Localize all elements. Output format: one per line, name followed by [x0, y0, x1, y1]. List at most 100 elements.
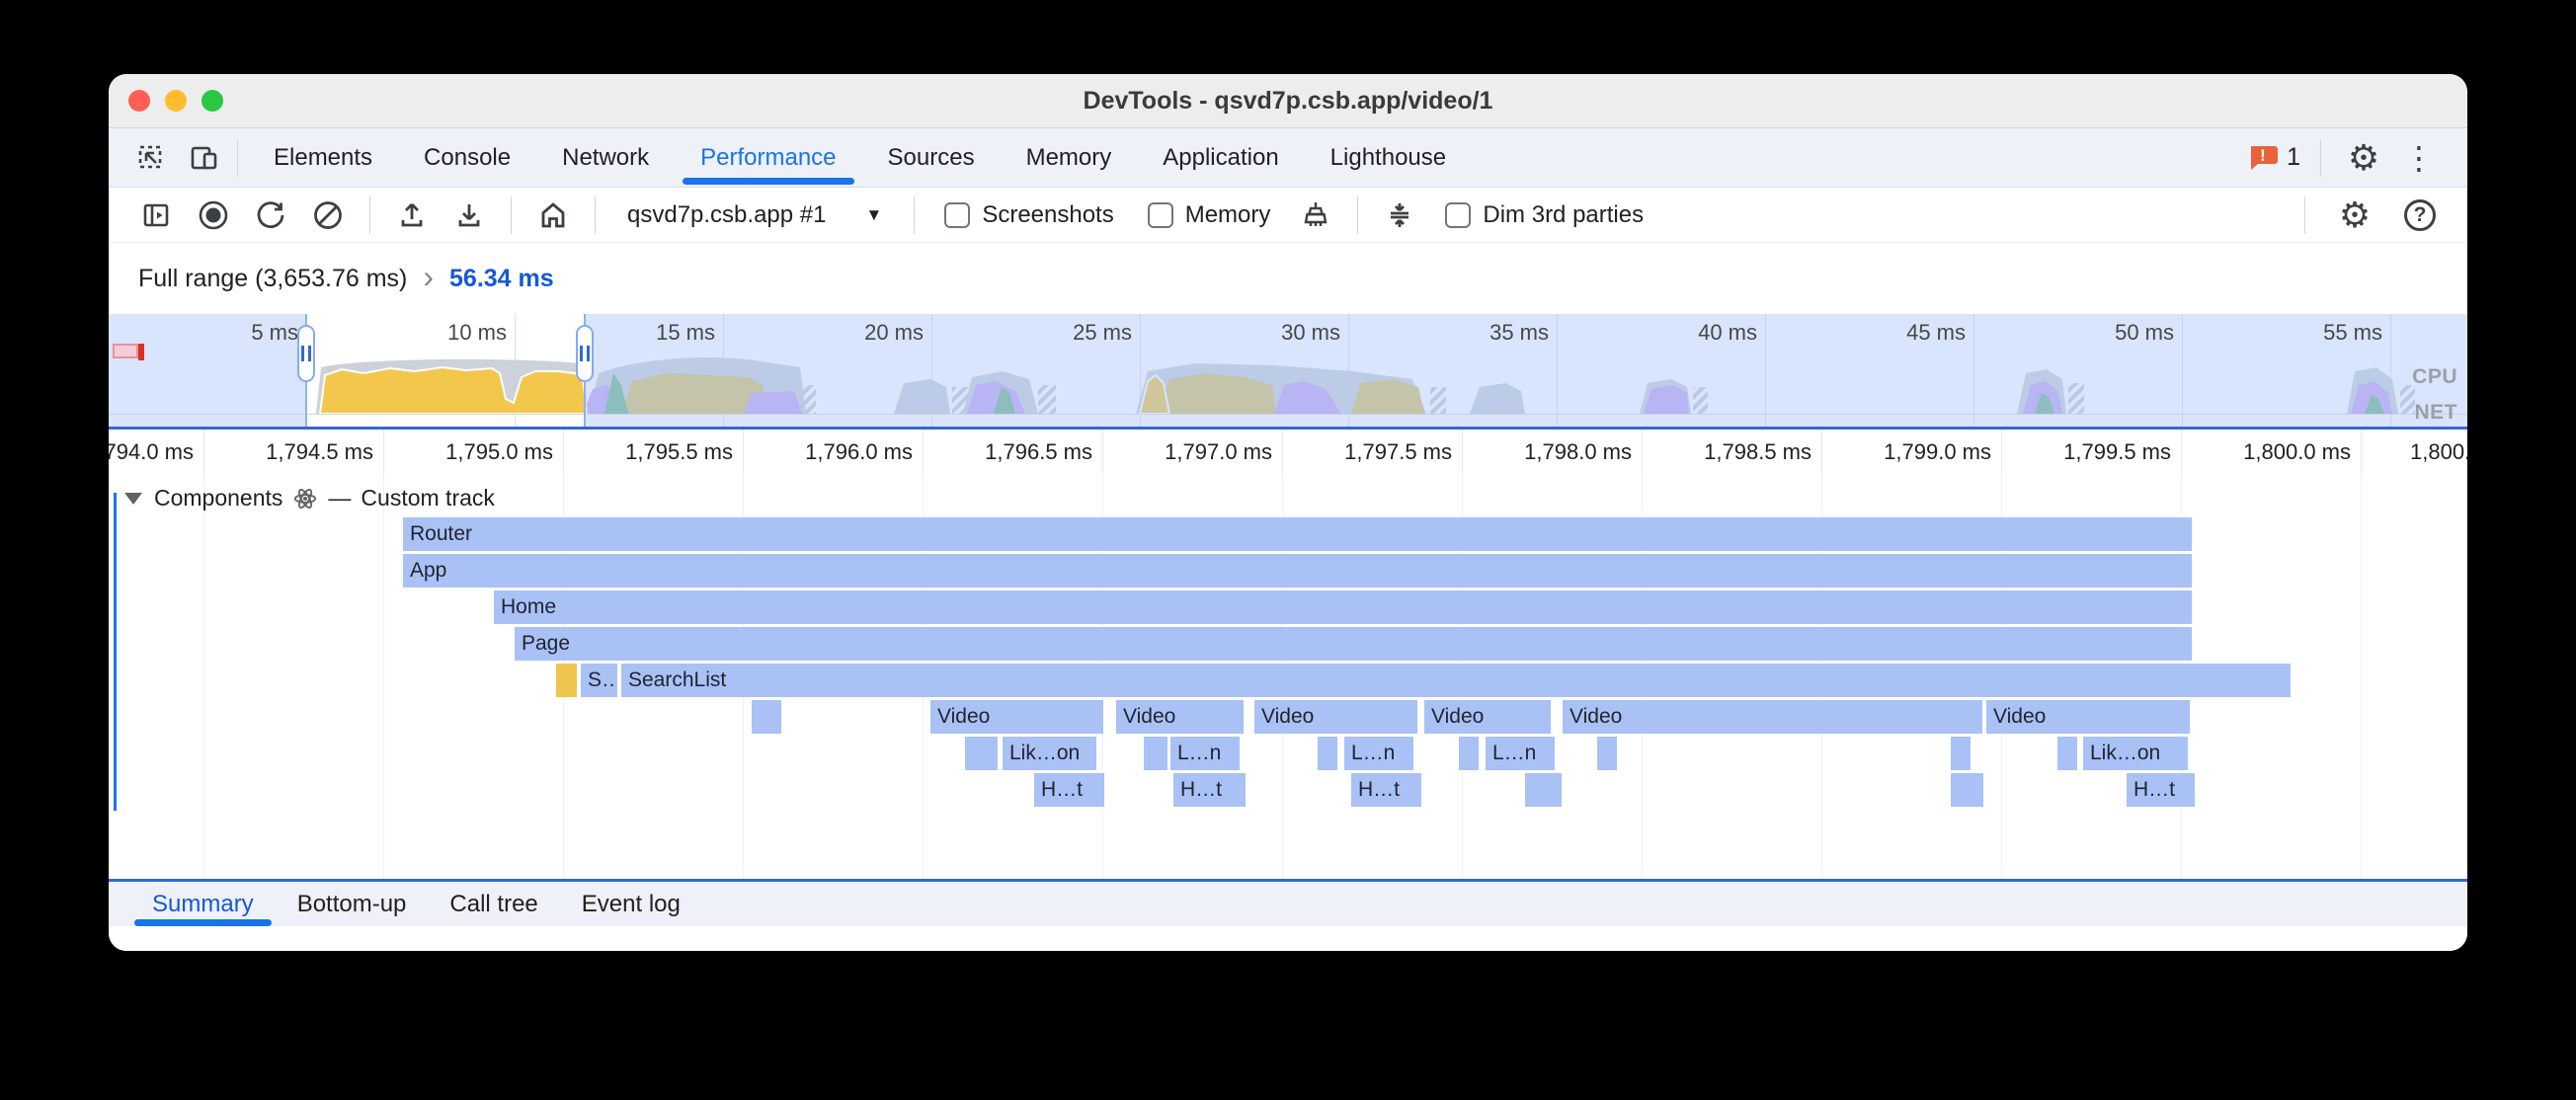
- flame-bar[interactable]: [1459, 737, 1479, 770]
- flame-bar-st[interactable]: S…t: [581, 664, 617, 697]
- react-atom-icon: [292, 486, 318, 511]
- help-icon[interactable]: ?: [2394, 193, 2446, 238]
- gc-icon[interactable]: [1290, 193, 1341, 238]
- flame-bar-ln[interactable]: L…n: [1344, 737, 1413, 770]
- dim-3rd-parties-checkbox[interactable]: Dim 3rd parties: [1431, 201, 1657, 229]
- flame-bar-searchlist[interactable]: SearchList: [621, 664, 2291, 697]
- breadcrumb-selection[interactable]: 56.34 ms: [449, 265, 554, 293]
- ruler-tick-line: [2361, 430, 2362, 473]
- flame-bar[interactable]: [2057, 737, 2077, 770]
- flame-bar-video[interactable]: Video: [1563, 700, 1982, 734]
- flame-bar-app[interactable]: App: [403, 554, 2192, 588]
- flame-bar[interactable]: [1951, 737, 1971, 770]
- zoom-window-button[interactable]: [201, 90, 223, 112]
- issues-counter[interactable]: ! 1: [2247, 143, 2300, 173]
- flame-bar[interactable]: [752, 700, 781, 734]
- panel-toggle-icon[interactable]: [130, 193, 182, 238]
- close-window-button[interactable]: [128, 90, 150, 112]
- ruler-tick-line: [203, 430, 204, 473]
- tab-sources[interactable]: Sources: [862, 128, 1001, 187]
- details-tab-bottom-up[interactable]: Bottom-up: [276, 882, 429, 926]
- flame-bar[interactable]: [1318, 737, 1337, 770]
- target-selector[interactable]: qsvd7p.csb.app #1 ▼: [611, 201, 898, 229]
- tab-performance[interactable]: Performance: [675, 128, 861, 187]
- ruler-tick-label: 1,795.5 ms: [625, 439, 733, 465]
- flame-row: Router: [109, 517, 2467, 551]
- inspect-icon[interactable]: [128, 135, 174, 181]
- flame-bar-ht[interactable]: H…t: [1351, 773, 1421, 807]
- flame-bar-page[interactable]: Page: [515, 627, 2192, 661]
- ruler-tick-label: 1,797.5 ms: [1344, 439, 1452, 465]
- timeline-overview[interactable]: CPU NET 5 ms10 ms15 ms20 ms25 ms30 ms35 …: [109, 314, 2467, 427]
- kebab-menu-icon[interactable]: ⋮: [2396, 135, 2442, 181]
- ruler-tick-label: 1,800.0 ms: [2243, 439, 2351, 465]
- ruler-tick-line: [1102, 430, 1103, 473]
- flame-bar-home[interactable]: Home: [494, 590, 2192, 624]
- gear-icon[interactable]: ⚙: [2341, 135, 2386, 181]
- flame-bar[interactable]: [556, 664, 577, 697]
- flame-bar-ht[interactable]: H…t: [2127, 773, 2195, 807]
- selection-handle-right[interactable]: [576, 325, 594, 382]
- details-tab-summary[interactable]: Summary: [130, 882, 276, 926]
- flame-bar[interactable]: [1144, 737, 1167, 770]
- flame-bar-router[interactable]: Router: [403, 517, 2192, 551]
- tab-network[interactable]: Network: [536, 128, 675, 187]
- download-icon[interactable]: [443, 193, 495, 238]
- flame-chart[interactable]: Components — Custom track RouterAppHomeP…: [109, 473, 2467, 879]
- flame-bar-ln[interactable]: L…n: [1486, 737, 1555, 770]
- ruler-tick-line: [1821, 430, 1822, 473]
- flame-bar-ht[interactable]: H…t: [1034, 773, 1104, 807]
- details-tab-call-tree[interactable]: Call tree: [428, 882, 559, 926]
- breadcrumb-full-range[interactable]: Full range (3,653.76 ms): [138, 265, 407, 293]
- flame-row: Home: [109, 590, 2467, 624]
- ruler-tick-label: 1,798.5 ms: [1704, 439, 1811, 465]
- screenshots-checkbox[interactable]: Screenshots: [930, 201, 1127, 229]
- tab-console[interactable]: Console: [398, 128, 536, 187]
- fit-window-icon[interactable]: [1374, 193, 1425, 238]
- flame-bar-ht[interactable]: H…t: [1173, 773, 1246, 807]
- divider: [511, 196, 512, 234]
- flame-bar-video[interactable]: Video: [930, 700, 1103, 734]
- tab-lighthouse[interactable]: Lighthouse: [1305, 128, 1472, 187]
- flame-bar[interactable]: [965, 737, 998, 770]
- flame-bar-ln[interactable]: L…n: [1170, 737, 1240, 770]
- flame-row: Page: [109, 627, 2467, 661]
- flame-bar-video[interactable]: Video: [1424, 700, 1551, 734]
- net-lane-label: NET: [2415, 401, 2458, 425]
- details-tabbar: SummaryBottom-upCall treeEvent log: [109, 882, 2467, 926]
- flame-row: H…t H…t H…t H…t: [109, 773, 2467, 807]
- tab-application[interactable]: Application: [1137, 128, 1304, 187]
- tab-elements[interactable]: Elements: [248, 128, 398, 187]
- clear-icon[interactable]: [302, 193, 354, 238]
- selection-handle-left[interactable]: [297, 325, 315, 382]
- divider: [914, 196, 915, 234]
- checkbox-box: [1445, 202, 1471, 228]
- home-icon[interactable]: [527, 193, 579, 238]
- ruler-tick-label: 1,794.5 ms: [266, 439, 373, 465]
- flame-bar[interactable]: [1951, 773, 1983, 807]
- cpu-lane-label: CPU: [2412, 365, 2457, 389]
- capture-settings-gear-icon[interactable]: ⚙: [2329, 193, 2380, 238]
- reload-record-icon[interactable]: [245, 193, 296, 238]
- flame-bar-video[interactable]: Video: [1986, 700, 2190, 734]
- ruler-tick-line: [563, 430, 564, 473]
- record-icon[interactable]: [188, 193, 239, 238]
- flame-bar-likon[interactable]: Lik…on: [2083, 737, 2188, 770]
- memory-checkbox[interactable]: Memory: [1134, 201, 1285, 229]
- device-toolbar-icon[interactable]: [182, 135, 227, 181]
- upload-icon[interactable]: [386, 193, 438, 238]
- window-title: DevTools - qsvd7p.csb.app/video/1: [1084, 87, 1493, 116]
- flame-bar-video[interactable]: Video: [1116, 700, 1244, 734]
- track-header[interactable]: Components — Custom track: [124, 485, 495, 511]
- ruler-tick-line: [923, 430, 924, 473]
- flame-bar[interactable]: [1597, 737, 1617, 770]
- flame-bar[interactable]: [1525, 773, 1562, 807]
- details-tab-event-log[interactable]: Event log: [560, 882, 702, 926]
- tab-memory[interactable]: Memory: [1001, 128, 1138, 187]
- performance-toolbar: qsvd7p.csb.app #1 ▼ Screenshots Memory: [109, 188, 2467, 243]
- flame-bar-likon[interactable]: Lik…on: [1003, 737, 1096, 770]
- collapse-triangle-icon[interactable]: [124, 493, 142, 505]
- flame-row: App: [109, 554, 2467, 588]
- minimize-window-button[interactable]: [165, 90, 187, 112]
- flame-bar-video[interactable]: Video: [1254, 700, 1417, 734]
